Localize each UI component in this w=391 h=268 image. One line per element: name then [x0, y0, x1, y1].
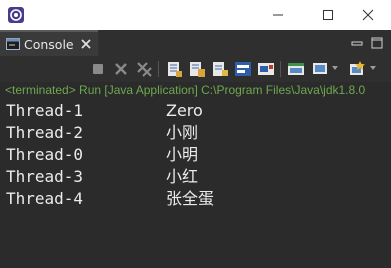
terminated-label: <terminated>: [5, 83, 76, 97]
thread-value: Zero: [166, 101, 203, 120]
open-console-icon[interactable]: [287, 60, 305, 78]
thread-value: 小刚: [166, 123, 199, 142]
close-window-button[interactable]: [345, 0, 391, 30]
scroll-lock-icon[interactable]: [165, 60, 183, 78]
toolbar-separator: [158, 61, 159, 77]
remove-launch-icon[interactable]: [112, 60, 130, 78]
minimize-window-button[interactable]: [255, 0, 301, 30]
tab-close-icon[interactable]: [80, 39, 91, 49]
console-toolbar: [0, 56, 391, 82]
thread-name: Thread-0: [6, 145, 84, 164]
thread-name: Thread-3: [6, 167, 84, 186]
thread-name: Thread-1: [6, 101, 84, 120]
close-icon: [362, 9, 374, 21]
thread-name: Thread-2: [6, 123, 84, 142]
view-maximize-icon[interactable]: [371, 37, 383, 49]
minimize-icon: [273, 14, 283, 16]
eclipse-app-icon: [8, 7, 24, 23]
run-description: Run [Java Application] C:\Program Files\…: [75, 83, 366, 97]
word-wrap-icon[interactable]: [188, 60, 206, 78]
show-on-stderr-icon[interactable]: [234, 60, 252, 78]
thread-name: Thread-4: [6, 189, 84, 208]
thread-value: 张全蛋: [166, 189, 215, 208]
new-console-icon[interactable]: [311, 60, 329, 78]
view-tab-bar: Console: [0, 30, 391, 56]
chevron-down-icon[interactable]: [331, 64, 339, 72]
toolbar-separator: [280, 61, 281, 77]
console-output[interactable]: Thread-1 Zero Thread-2 小刚 Thread-0 小明 Th…: [0, 98, 391, 268]
thread-value: 小明: [166, 145, 199, 164]
tab-console[interactable]: Console: [0, 30, 98, 56]
chevron-down-icon[interactable]: [369, 64, 377, 72]
thread-value: 小红: [166, 167, 199, 186]
view-minimize-icon[interactable]: [351, 37, 363, 49]
maximize-icon: [323, 10, 333, 20]
display-selected-console-icon[interactable]: [348, 60, 366, 78]
show-on-stdout-icon[interactable]: [211, 60, 229, 78]
remove-all-terminated-icon[interactable]: [135, 60, 153, 78]
pin-console-icon[interactable]: [257, 60, 275, 78]
stop-icon[interactable]: [89, 60, 107, 78]
window-titlebar: [0, 0, 391, 30]
tab-console-label: Console: [24, 36, 74, 52]
launch-status-line: <terminated> Run [Java Application] C:\P…: [0, 82, 391, 98]
console-icon: [6, 38, 20, 50]
